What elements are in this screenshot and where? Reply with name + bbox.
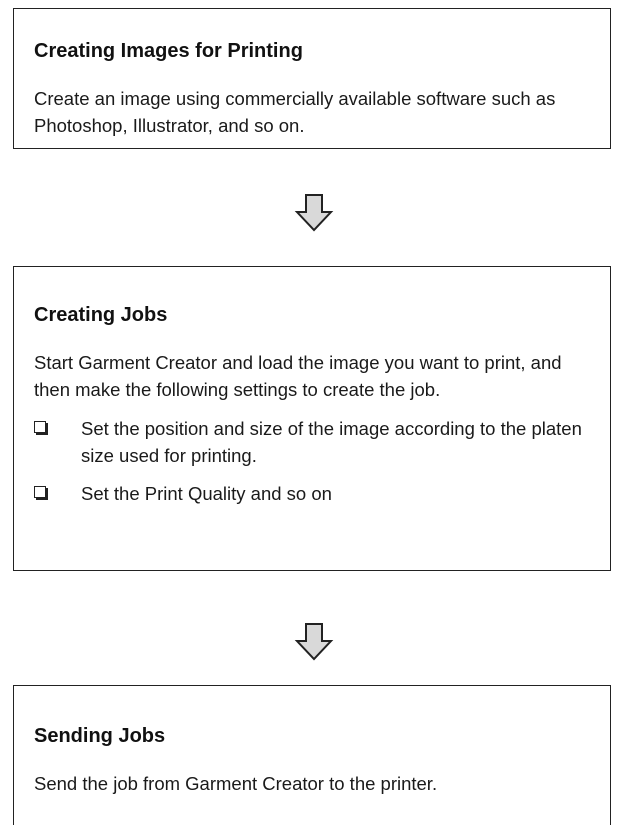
down-arrow-icon	[294, 622, 334, 662]
step-description: Create an image using commercially avail…	[34, 88, 556, 136]
checklist-item-text: Set the position and size of the image a…	[81, 418, 582, 466]
checklist-item: Set the Print Quality and so on	[34, 480, 590, 507]
down-arrow-icon	[294, 193, 334, 233]
step-title: Creating Jobs	[34, 304, 168, 326]
checkbox-bullet-icon	[34, 486, 46, 498]
checklist-item: Set the position and size of the image a…	[34, 415, 590, 469]
step-box-sending-jobs: Sending Jobs Send the job from Garment C…	[13, 685, 611, 825]
step-title: Creating Images for Printing	[34, 40, 303, 62]
checkbox-bullet-icon	[34, 421, 46, 433]
step-description: Send the job from Garment Creator to the…	[34, 773, 438, 794]
step-box-creating-jobs: Creating Jobs Start Garment Creator and …	[13, 266, 611, 571]
checklist-item-text: Set the Print Quality and so on	[81, 483, 332, 504]
step-description: Start Garment Creator and load the image…	[34, 352, 562, 400]
step-box-creating-images: Creating Images for Printing Create an i…	[13, 8, 611, 149]
step-title: Sending Jobs	[34, 725, 166, 747]
settings-checklist: Set the position and size of the image a…	[34, 415, 590, 507]
